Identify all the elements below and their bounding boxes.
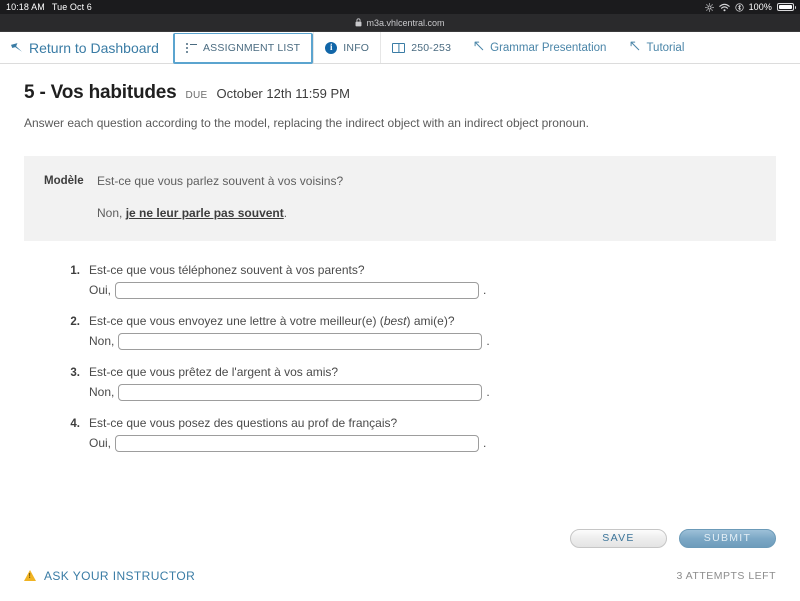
model-question: Est-ce que vous parlez souvent à vos voi… bbox=[97, 174, 344, 188]
tab-pages-label: 250-253 bbox=[411, 41, 452, 54]
book-icon bbox=[392, 42, 406, 53]
answer-prefix: Non, bbox=[89, 385, 115, 400]
question-number: 2. bbox=[70, 315, 80, 328]
answer-input-2[interactable] bbox=[118, 332, 483, 350]
status-bar-right: 100% bbox=[704, 2, 796, 12]
assignment-content: 5 - Vos habitudes DUE October 12th 11:59… bbox=[0, 64, 800, 452]
bluetooth-icon bbox=[734, 2, 744, 12]
due-date: October 12th 11:59 PM bbox=[216, 86, 350, 101]
question-text-after: ) ami(e)? bbox=[406, 313, 455, 328]
page-title: 5 - Vos habitudes bbox=[24, 82, 177, 103]
save-button[interactable]: SAVE bbox=[570, 528, 667, 548]
warning-triangle-icon bbox=[24, 570, 36, 582]
question-number: 1. bbox=[70, 264, 80, 277]
assignment-header: 5 - Vos habitudes DUE October 12th 11:59… bbox=[24, 64, 776, 104]
answer-input-3[interactable] bbox=[118, 383, 483, 401]
browser-url-bar[interactable]: m3a.vhlcentral.com bbox=[0, 14, 800, 32]
answer-input-1[interactable] bbox=[115, 281, 480, 299]
question-number: 4. bbox=[70, 417, 80, 430]
model-answer-prefix: Non, bbox=[97, 206, 126, 221]
ask-your-instructor-button[interactable]: ASK YOUR INSTRUCTOR bbox=[24, 569, 195, 583]
question-item: 4. Est-ce que vous posez des questions a… bbox=[68, 416, 776, 452]
question-text-before: Est-ce que vous envoyez une lettre à vot… bbox=[89, 313, 384, 328]
assignment-toolbar: Return to Dashboard ASSIGNMENT LIST i IN… bbox=[0, 32, 800, 64]
link-tutorial-label: Tutorial bbox=[646, 41, 685, 54]
answer-input-4[interactable] bbox=[115, 434, 480, 452]
tab-pages-250-253[interactable]: 250-253 bbox=[380, 32, 462, 63]
status-bar-time: 10:18 AM bbox=[6, 2, 45, 12]
model-answer-suffix: . bbox=[283, 206, 288, 221]
url-text: m3a.vhlcentral.com bbox=[366, 17, 445, 28]
question-text-before: Est-ce que vous prêtez de l'argent à vos… bbox=[89, 364, 339, 379]
answer-prefix: Oui, bbox=[89, 283, 112, 298]
status-bar-date: Tue Oct 6 bbox=[51, 2, 92, 12]
link-grammar-presentation[interactable]: Grammar Presentation bbox=[462, 32, 618, 63]
battery-icon bbox=[777, 3, 796, 11]
info-circle-icon: i bbox=[325, 41, 338, 54]
action-buttons: SAVE SUBMIT bbox=[0, 528, 800, 548]
assignment-instructions: Answer each question according to the mo… bbox=[24, 116, 590, 130]
question-text: Est-ce que vous posez des questions au p… bbox=[89, 416, 397, 430]
tab-assignment-list-label: ASSIGNMENT LIST bbox=[202, 42, 301, 54]
question-list: 1. Est-ce que vous téléphonez souvent à … bbox=[24, 263, 776, 452]
question-text: Est-ce que vous téléphonez souvent à vos… bbox=[89, 263, 365, 277]
ios-status-bar: 10:18 AM Tue Oct 6 100% bbox=[0, 0, 800, 14]
question-text-italic: best bbox=[383, 313, 407, 328]
answer-prefix: Non, bbox=[89, 334, 115, 349]
model-example-box: Modèle Est-ce que vous parlez souvent à … bbox=[24, 156, 776, 241]
answer-period: . bbox=[483, 436, 487, 451]
external-link-arrow-icon bbox=[630, 41, 640, 54]
back-arrow-icon bbox=[10, 40, 23, 56]
answer-period: . bbox=[486, 334, 490, 349]
due-label: DUE bbox=[185, 90, 208, 101]
attempts-left-text: 3 ATTEMPTS LEFT bbox=[676, 569, 776, 582]
question-item: 2. Est-ce que vous envoyez une lettre à … bbox=[68, 314, 776, 350]
question-text: Est-ce que vous envoyez une lettre à vot… bbox=[89, 314, 455, 328]
question-number: 3. bbox=[70, 366, 80, 379]
question-text-before: Est-ce que vous téléphonez souvent à vos… bbox=[89, 262, 365, 277]
submit-button[interactable]: SUBMIT bbox=[679, 528, 776, 548]
tab-info-label: INFO bbox=[343, 41, 370, 54]
question-text: Est-ce que vous prêtez de l'argent à vos… bbox=[89, 365, 338, 379]
answer-prefix: Oui, bbox=[89, 436, 112, 451]
tab-info[interactable]: i INFO bbox=[313, 32, 380, 63]
external-link-arrow-icon bbox=[474, 41, 484, 54]
answer-period: . bbox=[483, 283, 487, 298]
answer-period: . bbox=[486, 385, 490, 400]
list-icon bbox=[185, 43, 197, 53]
brightness-icon bbox=[704, 2, 714, 12]
ask-your-instructor-label: ASK YOUR INSTRUCTOR bbox=[44, 568, 196, 583]
model-answer-highlight: je ne leur parle pas souvent bbox=[125, 206, 284, 221]
link-grammar-presentation-label: Grammar Presentation bbox=[490, 41, 607, 54]
status-bar-left: 10:18 AM Tue Oct 6 bbox=[6, 2, 92, 12]
return-to-dashboard-label: Return to Dashboard bbox=[29, 39, 159, 56]
model-label: Modèle bbox=[44, 175, 84, 187]
wifi-icon bbox=[718, 3, 730, 12]
question-item: 1. Est-ce que vous téléphonez souvent à … bbox=[68, 263, 776, 299]
return-to-dashboard-button[interactable]: Return to Dashboard bbox=[0, 32, 173, 63]
battery-percent-label: 100% bbox=[748, 2, 772, 12]
question-item: 3. Est-ce que vous prêtez de l'argent à … bbox=[68, 365, 776, 401]
tab-assignment-list[interactable]: ASSIGNMENT LIST bbox=[172, 33, 314, 64]
lock-icon bbox=[355, 18, 362, 27]
model-answer: Non, je ne leur parle pas souvent. bbox=[97, 206, 343, 220]
link-tutorial[interactable]: Tutorial bbox=[618, 32, 696, 63]
question-text-before: Est-ce que vous posez des questions au p… bbox=[89, 415, 398, 430]
page-footer: ASK YOUR INSTRUCTOR 3 ATTEMPTS LEFT bbox=[0, 569, 800, 583]
